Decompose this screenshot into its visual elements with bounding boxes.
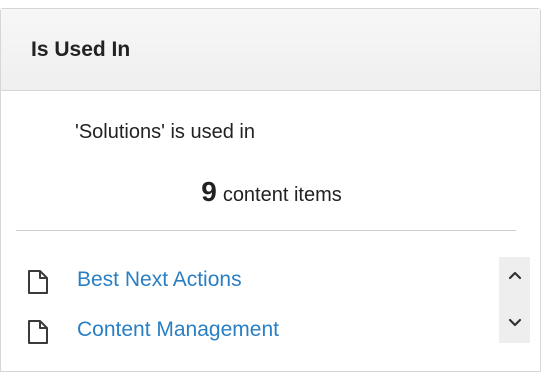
content-item-link[interactable]: Content Management <box>77 316 279 344</box>
scroll-up-button[interactable] <box>499 261 530 291</box>
panel-header: Is Used In <box>1 9 540 91</box>
chevron-down-icon <box>508 315 522 333</box>
content-items-list: Best Next Actions Content Management <box>1 256 496 346</box>
count-label: content items <box>222 184 342 206</box>
list-scrollbar[interactable] <box>499 257 530 343</box>
is-used-in-panel: Is Used In 'Solutions' is used in 9 conte… <box>0 8 541 372</box>
scroll-down-button[interactable] <box>499 309 530 339</box>
usage-summary-text: 'Solutions' is used in <box>75 121 255 143</box>
list-item: Best Next Actions <box>1 256 496 306</box>
chevron-up-icon <box>508 267 522 285</box>
panel-body: 'Solutions' is used in 9 content items Be… <box>1 91 540 372</box>
divider <box>16 230 516 231</box>
content-item-link[interactable]: Best Next Actions <box>77 266 242 294</box>
list-item: Content Management <box>1 306 496 356</box>
panel-title: Is Used In <box>31 38 131 61</box>
document-icon <box>26 319 50 345</box>
count-number: 9 <box>201 176 217 207</box>
content-items-count: 9 content items <box>1 175 541 212</box>
document-icon <box>26 269 50 295</box>
